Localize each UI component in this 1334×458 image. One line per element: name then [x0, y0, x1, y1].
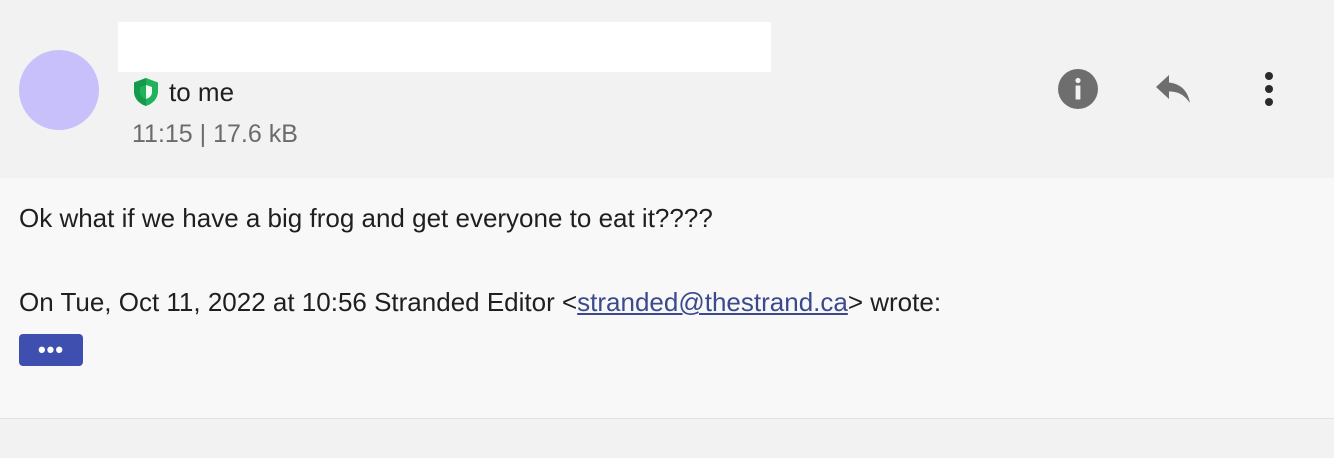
sender-name-redacted — [118, 22, 771, 72]
more-vertical-icon — [1264, 71, 1274, 112]
show-quoted-text-button[interactable]: ••• — [19, 334, 83, 366]
message-meta: 11:15 | 17.6 kB — [132, 116, 298, 152]
sender-avatar[interactable] — [19, 50, 99, 130]
more-options-button[interactable] — [1248, 70, 1290, 112]
info-button[interactable] — [1057, 68, 1099, 114]
message-size: 17.6 kB — [213, 120, 298, 148]
shield-icon — [132, 77, 160, 107]
recipient-label: to me — [169, 77, 235, 107]
reply-icon — [1154, 73, 1192, 110]
message-time: 11:15 — [132, 120, 193, 148]
message-text: Ok what if we have a big frog and get ev… — [19, 203, 713, 233]
footer-spacer — [0, 419, 1334, 458]
ellipsis-icon: ••• — [37, 337, 65, 362]
quote-prefix: On Tue, Oct 11, 2022 at 10:56 Stranded E… — [19, 287, 578, 317]
message-header: to me 11:15 | 17.6 kB — [0, 0, 1334, 178]
email-message-view: to me 11:15 | 17.6 kB Ok what if we have… — [0, 0, 1334, 458]
recipient-row[interactable]: to me — [132, 74, 234, 110]
quote-suffix: > wrote: — [847, 287, 942, 317]
sender-email-link[interactable]: stranded@thestrand.ca — [577, 287, 848, 317]
quote-attribution: On Tue, Oct 11, 2022 at 10:56 Stranded E… — [19, 284, 941, 320]
meta-separator: | — [199, 120, 207, 148]
message-body: Ok what if we have a big frog and get ev… — [0, 178, 1334, 419]
reply-button[interactable] — [1152, 70, 1194, 112]
info-icon — [1058, 68, 1098, 114]
